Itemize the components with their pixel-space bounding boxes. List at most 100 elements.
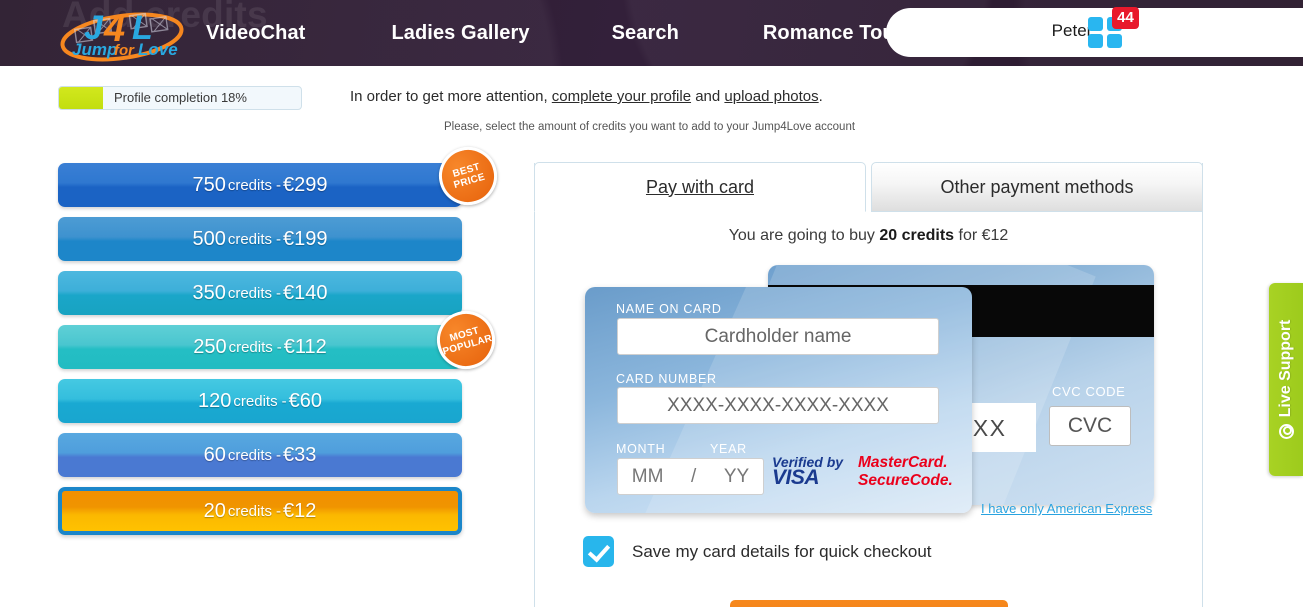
grid-square-3 <box>1088 34 1103 48</box>
package-price: €199 <box>283 227 328 250</box>
package-credits-word: credits <box>227 230 273 248</box>
user-panel: Peter 44 <box>886 7 1303 57</box>
main-nav: VideoChat Ladies Gallery Search Romance … <box>206 0 914 66</box>
profile-completion-label: Profile completion 18% <box>114 90 247 105</box>
hamburger-line-1 <box>1168 21 1206 25</box>
hamburger-menu-icon[interactable] <box>1168 21 1206 46</box>
mastercard-securecode-icon: MasterCard. SecureCode. <box>858 454 953 490</box>
package-credits-word: credits <box>227 502 273 520</box>
expiry-month-placeholder: MM <box>631 466 664 487</box>
package-amount: 350 <box>192 281 226 304</box>
select-credits-hint: Please, select the amount of credits you… <box>444 121 856 133</box>
expiry-month-label: MONTH <box>616 442 666 456</box>
expiry-date-input[interactable]: MM / YY <box>617 458 764 495</box>
profile-completion-bar[interactable]: Profile completion 18% <box>58 86 302 110</box>
package-separator: - <box>276 176 282 194</box>
package-amount: 120 <box>198 389 232 412</box>
tab-pay-with-card-label: Pay with card <box>645 176 755 197</box>
cvc-code-label: CVC CODE <box>1052 384 1126 399</box>
site-header: Add credits J 4 L Jump for Love VideoCha… <box>0 0 1303 66</box>
attention-mid: and <box>691 88 725 105</box>
name-on-card-label: NAME ON CARD <box>616 302 722 316</box>
purchase-summary: You are going to buy 20 credits for €12 <box>534 227 1203 245</box>
svg-text:Love: Love <box>138 40 178 59</box>
expiry-slash: / <box>691 466 697 487</box>
save-card-row: Save my card details for quick checkout <box>583 536 932 567</box>
svg-text:Jump: Jump <box>72 40 117 59</box>
grid-square-4 <box>1107 34 1122 48</box>
package-option-500[interactable]: 500 credits - €199 <box>58 217 462 261</box>
grid-square-1 <box>1088 17 1103 31</box>
purchase-prefix: You are going to buy <box>728 227 880 244</box>
profile-completion-fill <box>59 87 103 109</box>
attention-suffix: . <box>818 88 823 105</box>
expiry-year-label: YEAR <box>710 442 747 456</box>
card-number-label: CARD NUMBER <box>616 372 717 386</box>
upload-photos-link[interactable]: upload photos <box>724 88 818 105</box>
package-separator: - <box>281 392 287 410</box>
package-amount: 250 <box>193 335 227 358</box>
package-separator: - <box>276 446 282 464</box>
cvc-input[interactable]: CVC <box>1049 406 1131 446</box>
package-amount: 500 <box>192 227 226 250</box>
save-card-checkbox[interactable] <box>583 536 614 567</box>
site-logo[interactable]: J 4 L Jump for Love <box>58 5 186 63</box>
package-amount: 60 <box>203 443 226 466</box>
package-option-120[interactable]: 120 credits - €60 <box>58 379 462 423</box>
package-price: €60 <box>288 389 322 412</box>
securecode-text: SecureCode. <box>858 472 953 489</box>
nav-search[interactable]: Search <box>612 22 679 45</box>
live-support-content: Live Support <box>1269 283 1303 476</box>
package-amount: 20 <box>203 499 226 522</box>
complete-profile-link[interactable]: complete your profile <box>552 88 691 105</box>
card-brand-marks: Verified by VISA MasterCard. SecureCode. <box>772 452 953 498</box>
nav-ladies-gallery[interactable]: Ladies Gallery <box>391 22 529 45</box>
package-credits-word: credits <box>228 338 273 356</box>
purchase-suffix: for €12 <box>954 227 1009 244</box>
card-number-input[interactable]: XXXX-XXXX-XXXX-XXXX <box>617 387 939 424</box>
page-root: Add credits J 4 L Jump for Love VideoCha… <box>0 0 1303 607</box>
package-price: €33 <box>283 443 317 466</box>
package-separator: - <box>276 284 282 302</box>
package-price: €112 <box>283 335 327 358</box>
nav-videochat[interactable]: VideoChat <box>206 22 305 45</box>
package-separator: - <box>276 230 282 248</box>
package-separator: - <box>276 338 282 356</box>
save-card-label: Save my card details for quick checkout <box>632 541 932 561</box>
tab-other-payment-methods-label: Other payment methods <box>940 176 1134 197</box>
package-price: €12 <box>283 499 317 522</box>
package-option-750[interactable]: 750 credits - €299 BEST PRICE <box>58 140 504 212</box>
package-credits-word: credits <box>233 392 278 410</box>
support-ring-icon <box>1278 424 1294 440</box>
pay-button[interactable]: Pay <box>730 600 1008 607</box>
tab-other-payment-methods[interactable]: Other payment methods <box>871 162 1203 212</box>
live-support-tab[interactable]: Live Support <box>1269 283 1303 476</box>
credit-package-list: 750 credits - €299 BEST PRICE 500 credit… <box>58 140 504 545</box>
message-count-badge[interactable]: 44 <box>1112 7 1139 29</box>
visa-text: VISA <box>772 466 820 489</box>
package-credits-word: credits <box>227 284 273 302</box>
package-option-350[interactable]: 350 credits - €140 <box>58 271 462 315</box>
hamburger-line-2 <box>1168 31 1206 35</box>
cardholder-name-input[interactable]: Cardholder name <box>617 318 939 355</box>
hamburger-line-3 <box>1168 41 1206 45</box>
attention-message: In order to get more attention, complete… <box>350 88 823 105</box>
package-price: €140 <box>283 281 328 304</box>
tab-pay-with-card[interactable]: Pay with card <box>534 162 866 212</box>
mastercard-text: MasterCard. <box>858 454 948 471</box>
package-credits-word: credits <box>227 446 273 464</box>
package-separator: - <box>276 502 282 520</box>
package-credits-word: credits <box>227 176 273 194</box>
payment-tabs: Pay with card Other payment methods <box>534 162 1203 212</box>
package-amount: 750 <box>192 173 226 196</box>
package-price: €299 <box>283 173 328 196</box>
purchase-amount: 20 credits <box>879 227 955 244</box>
package-option-20-selected[interactable]: 20 credits - €12 <box>58 487 462 535</box>
package-option-250[interactable]: 250 credits - €112 MOST POPULAR <box>58 304 502 376</box>
american-express-link[interactable]: I have only American Express <box>981 501 1152 516</box>
package-option-60[interactable]: 60 credits - €33 <box>58 433 462 477</box>
attention-prefix: In order to get more attention, <box>350 88 552 105</box>
expiry-year-placeholder: YY <box>723 466 750 487</box>
best-price-badge: BEST PRICE <box>432 140 504 212</box>
live-support-label: Live Support <box>1277 319 1294 418</box>
